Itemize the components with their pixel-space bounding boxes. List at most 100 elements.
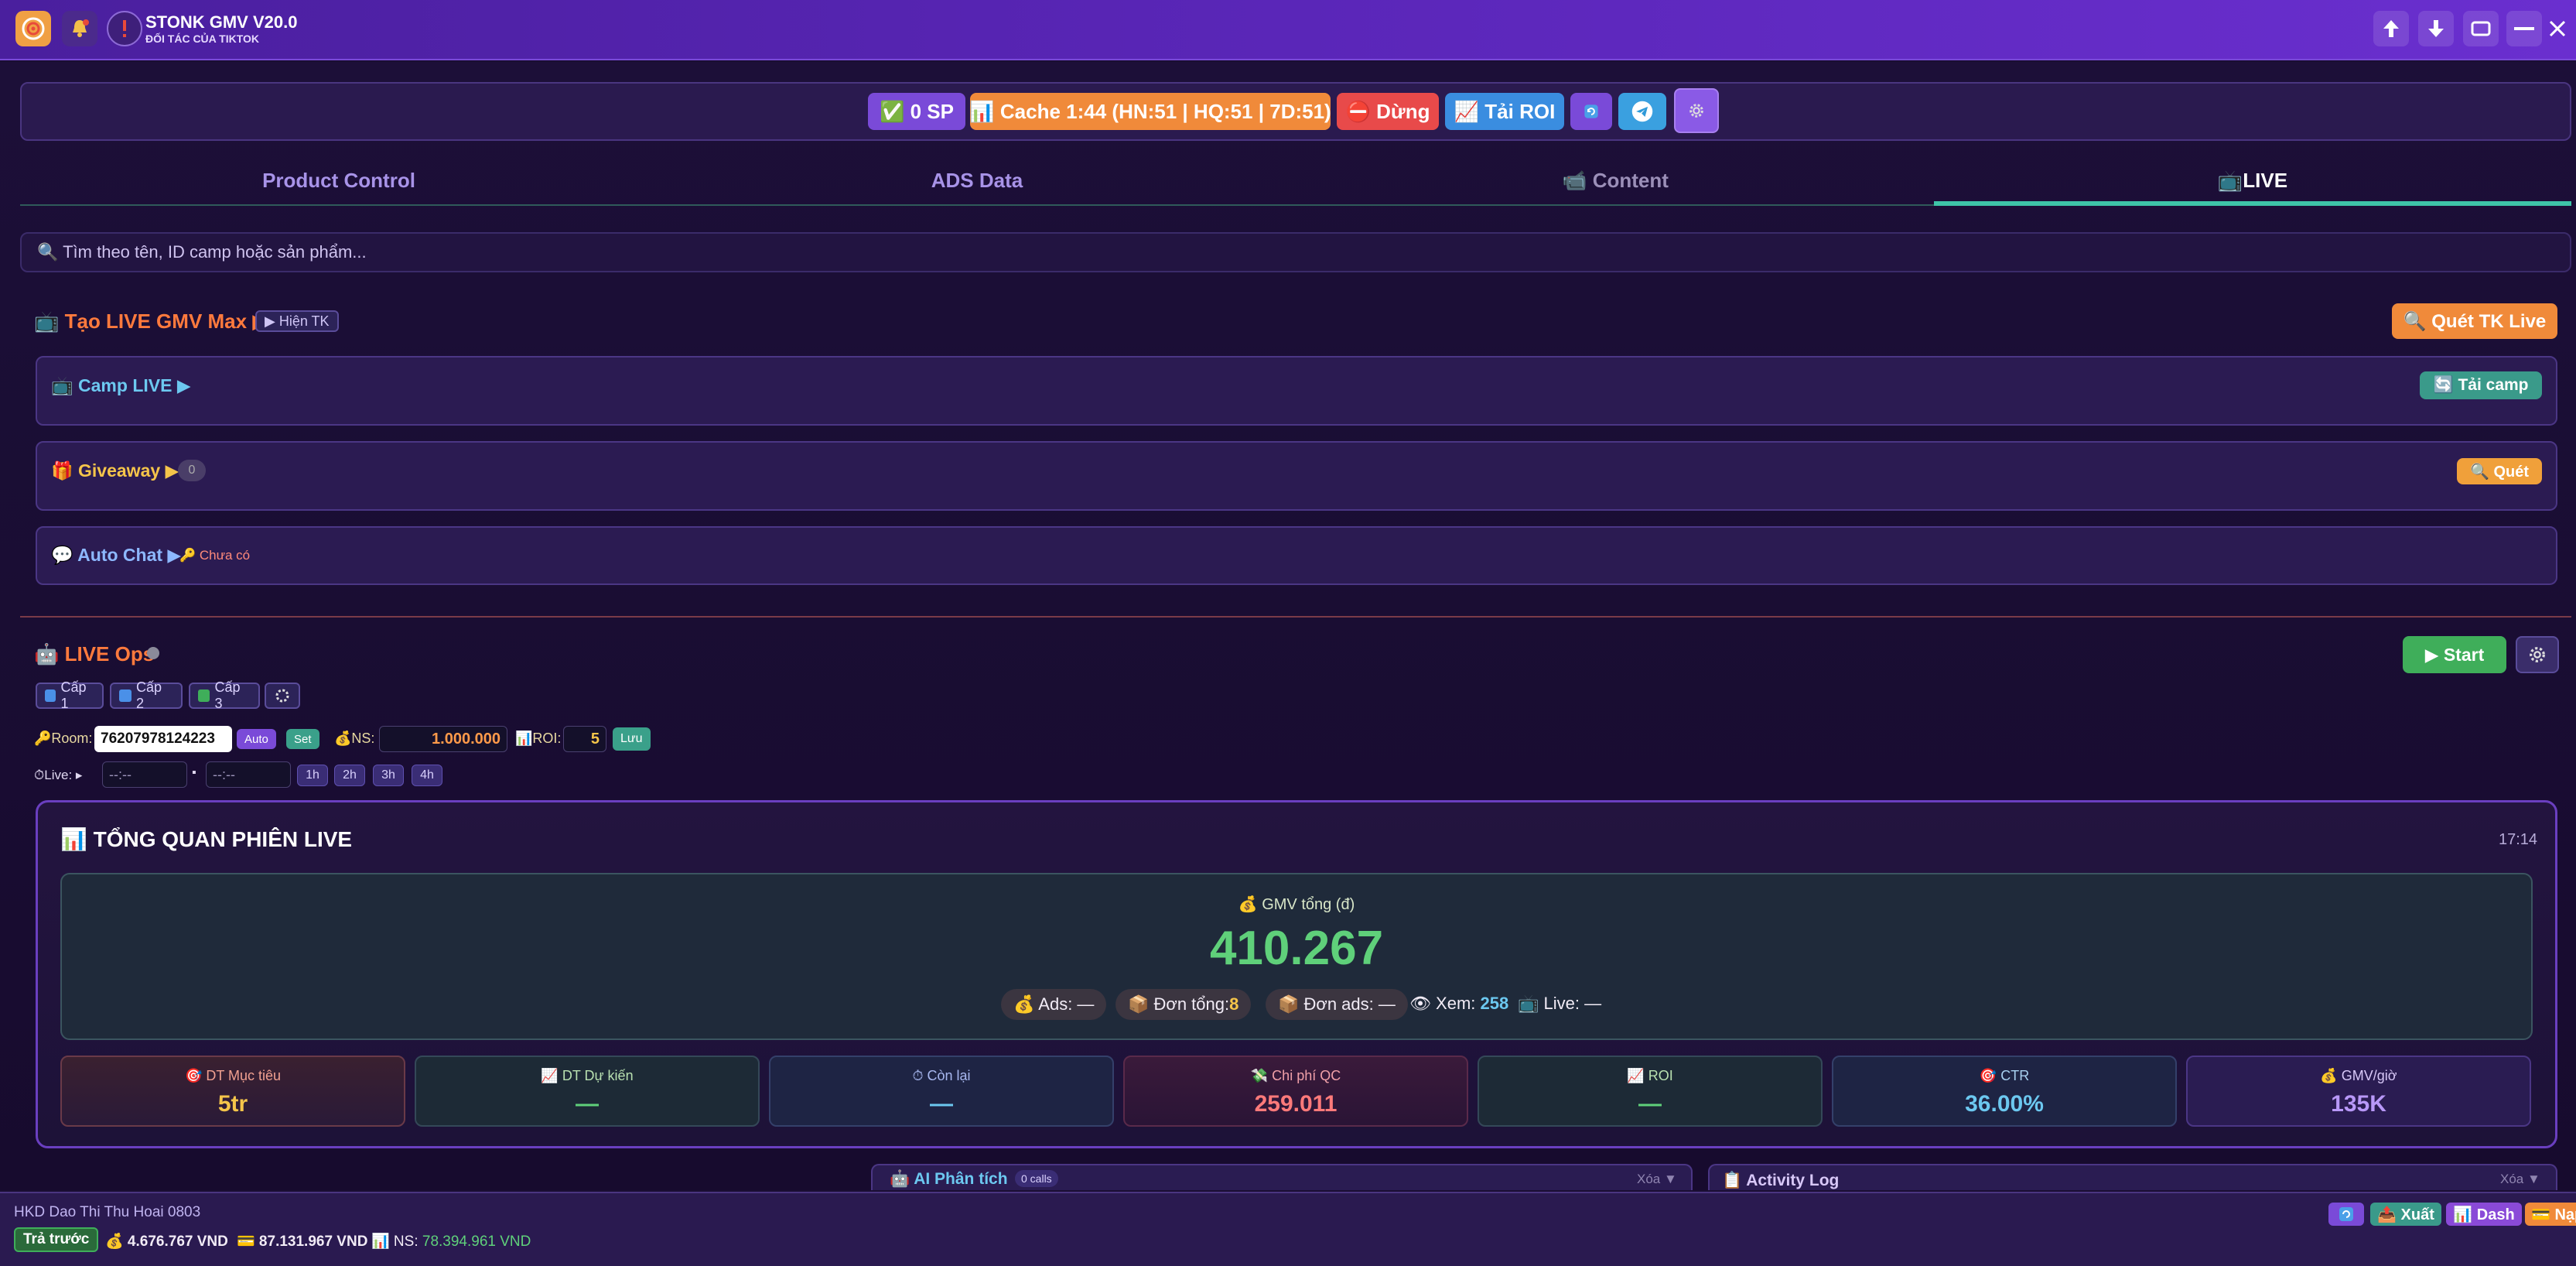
move-down-icon[interactable] bbox=[2418, 11, 2454, 46]
level-settings-icon[interactable] bbox=[265, 683, 300, 709]
create-live-title[interactable]: 📺 Tạo LIVE GMV Max ▶ bbox=[34, 310, 268, 334]
stat-label: 📈 DT Dự kiến bbox=[541, 1068, 634, 1083]
giveaway-count-badge: 0 bbox=[178, 460, 206, 481]
move-up-icon[interactable] bbox=[2373, 11, 2409, 46]
title-bar: STONK GMV V20.0 ĐỐI TÁC CỦA TIKTOK bbox=[0, 0, 2576, 60]
room-auto-button[interactable]: Auto bbox=[237, 729, 276, 749]
product-count-button[interactable]: ✅ 0 SP bbox=[868, 93, 965, 130]
search-input[interactable]: 🔍 Tìm theo tên, ID camp hoặc sản phẩm... bbox=[20, 232, 2571, 272]
roi-input[interactable]: 5 bbox=[563, 726, 606, 752]
ns-stat-label: 📊 NS: bbox=[371, 1233, 422, 1250]
level-1-label: Cấp 1 bbox=[60, 679, 87, 711]
notification-bell-icon[interactable] bbox=[62, 11, 97, 46]
balance-1: 💰 4.676.767 VND bbox=[105, 1233, 228, 1250]
close-icon[interactable] bbox=[2539, 11, 2576, 46]
duration-1h-button[interactable]: 1h bbox=[297, 765, 328, 786]
tab-ads-data[interactable]: ADS Data bbox=[658, 155, 1297, 206]
cache-button[interactable]: 📊 Cache 1:44 (HN:51 | HQ:51 | 7D:51) bbox=[969, 93, 1331, 130]
checkbox-checked-icon bbox=[45, 689, 56, 702]
ads-pill: 💰 Ads: — bbox=[1001, 989, 1107, 1020]
activity-log-title[interactable]: 📋 Activity Log bbox=[1722, 1172, 1839, 1190]
stat-label: 💸 Chi phí QC bbox=[1250, 1068, 1341, 1083]
level-1-checkbox[interactable]: Cấp 1 bbox=[36, 679, 104, 711]
stat-card-gmv-hour: 💰 GMV/giờ 135K bbox=[2186, 1056, 2531, 1127]
live-ops-title: 🤖 LIVE Ops bbox=[34, 642, 155, 666]
auto-chat-panel bbox=[36, 526, 2557, 585]
stat-card-roi: 📈 ROI — bbox=[1478, 1056, 1823, 1127]
start-button[interactable]: ▶ Start bbox=[2403, 636, 2506, 673]
balance-2: 💳 87.131.967 VND bbox=[237, 1233, 368, 1250]
gmv-label: 💰 GMV tổng (đ) bbox=[1238, 896, 1355, 913]
stat-card-ctr: 🎯 CTR 36.00% bbox=[1832, 1056, 2177, 1127]
scan-live-account-button[interactable]: 🔍 Quét TK Live bbox=[2392, 303, 2557, 339]
stop-button[interactable]: ⛔ Dừng bbox=[1337, 93, 1439, 130]
stat-label: 💰 GMV/giờ bbox=[2320, 1068, 2397, 1083]
duration-3h-button[interactable]: 3h bbox=[373, 765, 404, 786]
tab-content[interactable]: 📹 Content bbox=[1297, 155, 1934, 206]
account-name: HKD Dao Thi Thu Hoai 0803 bbox=[14, 1204, 201, 1220]
maximize-icon[interactable] bbox=[2463, 11, 2499, 46]
load-roi-button[interactable]: 📈 Tải ROI bbox=[1445, 93, 1564, 130]
activity-clear-button[interactable]: Xóa ▼ bbox=[2500, 1172, 2540, 1187]
level-2-checkbox[interactable]: Cấp 2 bbox=[110, 679, 183, 711]
activity-log-panel: 📋 Activity Log Xóa ▼ bbox=[1708, 1164, 2557, 1190]
app-subtitle: ĐỐI TÁC CỦA TIKTOK bbox=[145, 33, 259, 45]
live-ops-status-dot bbox=[147, 647, 159, 659]
stat-label: 🎯 DT Mục tiêu bbox=[184, 1068, 282, 1083]
tab-active-indicator bbox=[1934, 201, 2571, 206]
refresh-icon[interactable] bbox=[1570, 93, 1612, 130]
room-set-button[interactable]: Set bbox=[286, 729, 319, 749]
live-ops-settings-icon[interactable] bbox=[2516, 636, 2559, 673]
ai-panel-title[interactable]: 🤖 AI Phân tích bbox=[890, 1170, 1008, 1189]
telegram-icon[interactable] bbox=[1618, 93, 1666, 130]
giveaway-title[interactable]: 🎁 Giveaway ▶ bbox=[51, 460, 179, 481]
room-label: 🔑Room: bbox=[34, 731, 93, 746]
orders-total-label: 📦 Đơn tổng: bbox=[1128, 994, 1230, 1014]
stat-card-target: 🎯 DT Mục tiêu 5tr bbox=[60, 1056, 405, 1127]
live-end-time-input[interactable]: --:-- bbox=[206, 761, 291, 788]
time-separator: ▪ bbox=[192, 766, 196, 779]
level-3-checkbox[interactable]: Cấp 3 bbox=[189, 679, 260, 711]
duration-4h-button[interactable]: 4h bbox=[412, 765, 442, 786]
auto-chat-title[interactable]: 💬 Auto Chat ▶ bbox=[51, 545, 181, 566]
auto-chat-status: 🔑 Chưa có bbox=[179, 548, 251, 563]
gmv-value: 410.267 bbox=[1209, 922, 1384, 975]
topup-button[interactable]: 💳 Nạp bbox=[2525, 1203, 2576, 1226]
duration-2h-button[interactable]: 2h bbox=[334, 765, 365, 786]
prepaid-badge: Trả trước bbox=[14, 1227, 99, 1252]
orders-total-value: 8 bbox=[1229, 994, 1239, 1014]
load-camp-button[interactable]: 🔄 Tải camp bbox=[2420, 371, 2542, 399]
ai-calls-badge: 0 calls bbox=[1015, 1170, 1058, 1187]
app-name: STONK GMV V20.0 bbox=[145, 12, 298, 32]
camp-live-title[interactable]: 📺 Camp LIVE ▶ bbox=[51, 375, 191, 396]
status-bar bbox=[0, 1192, 2576, 1266]
ai-analysis-panel: 🤖 AI Phân tích 0 calls Xóa ▼ bbox=[871, 1164, 1693, 1190]
status-refresh-icon[interactable] bbox=[2328, 1203, 2364, 1226]
export-button[interactable]: 📤 Xuất bbox=[2370, 1203, 2441, 1226]
dashboard-button[interactable]: 📊 Dash bbox=[2446, 1203, 2522, 1226]
show-account-button[interactable]: ▶ Hiện TK bbox=[255, 310, 339, 332]
tab-product-control[interactable]: Product Control bbox=[20, 155, 658, 206]
ns-label: 💰NS: bbox=[334, 731, 375, 746]
live-stat: 📺 Live: — bbox=[1518, 994, 1602, 1013]
ai-clear-button[interactable]: Xóa ▼ bbox=[1637, 1172, 1677, 1187]
live-start-time-input[interactable]: --:-- bbox=[102, 761, 187, 788]
ns-stat-value: 78.394.961 VND bbox=[422, 1233, 531, 1250]
settings-gear-icon[interactable] bbox=[1674, 88, 1719, 133]
save-button[interactable]: Lưu bbox=[613, 727, 651, 751]
stat-card-forecast: 📈 DT Dự kiến — bbox=[415, 1056, 760, 1127]
stat-label: 🎯 CTR bbox=[1979, 1068, 2030, 1083]
checkbox-checked-icon bbox=[119, 689, 132, 702]
tab-live[interactable]: 📺LIVE bbox=[1934, 155, 2571, 206]
alert-icon[interactable] bbox=[107, 11, 142, 46]
stat-label: ⏱ Còn lại bbox=[912, 1068, 971, 1083]
stat-value: — bbox=[930, 1091, 953, 1117]
live-time-label: ⏱Live: ▸ bbox=[34, 768, 83, 782]
stat-value: 259.011 bbox=[1254, 1091, 1338, 1117]
room-input[interactable]: 76207978124223 bbox=[94, 726, 232, 752]
ns-input[interactable]: 1.000.000 bbox=[379, 726, 507, 752]
stat-value: 5tr bbox=[217, 1091, 248, 1117]
minimize-icon[interactable] bbox=[2506, 11, 2542, 46]
overview-time: 17:14 bbox=[2499, 831, 2538, 848]
giveaway-scan-button[interactable]: 🔍 Quét bbox=[2457, 458, 2542, 484]
